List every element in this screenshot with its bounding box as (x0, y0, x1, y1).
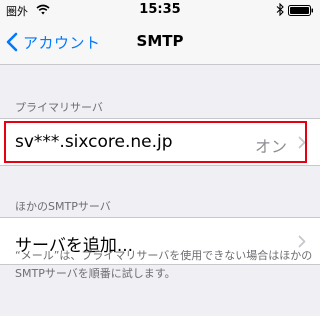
primary-server-cell[interactable]: sv***.sixcore.ne.jp オン (0, 118, 320, 166)
other-servers-section-header: ほかのSMTPサーバ (15, 200, 111, 213)
chevron-right-icon (298, 136, 306, 149)
primary-server-status: オン (254, 137, 287, 156)
battery-icon (288, 5, 313, 16)
navigation-bar: アカウント SMTP (0, 20, 320, 65)
footer-note: “メール”は、プライマリサーバを使用できない場合はほかのSMTPサーバを順番に試… (15, 249, 313, 280)
primary-server-name: sv***.sixcore.ne.jp (15, 132, 173, 152)
bluetooth-icon (276, 3, 284, 16)
status-bar: 圏外 15:35 (0, 0, 320, 20)
status-clock: 15:35 (139, 2, 181, 17)
page-title: SMTP (136, 32, 184, 50)
primary-server-section-header: プライマリサーバ (15, 101, 103, 114)
